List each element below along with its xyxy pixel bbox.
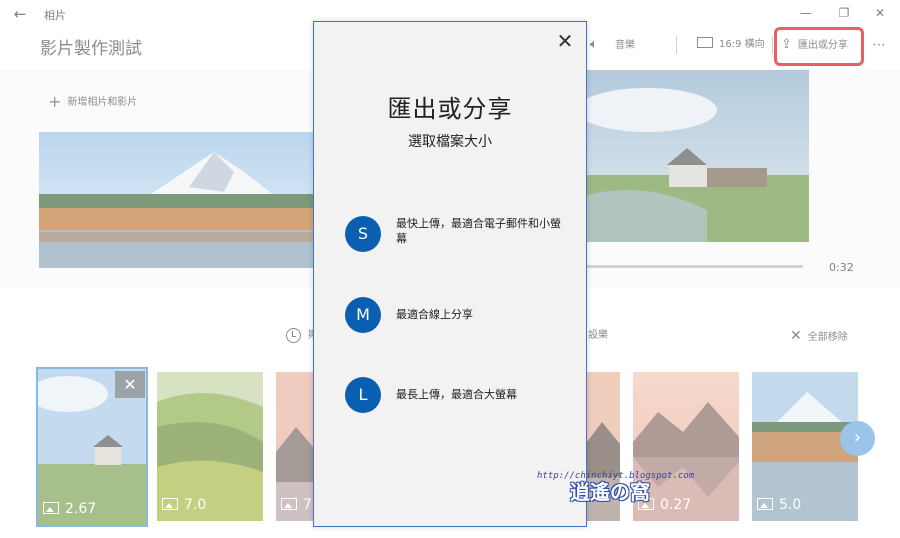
duration-text: 7 <box>303 497 312 513</box>
size-option-medium[interactable]: M 最適合線上分享 <box>345 297 575 337</box>
toolbar-divider <box>772 36 773 54</box>
aspect-ratio-button[interactable]: 16:9 橫向 <box>697 35 765 55</box>
project-title[interactable]: 影片製作測試 <box>40 34 142 59</box>
x-icon: ✕ <box>790 328 802 344</box>
duration-badge: 7 <box>281 497 312 513</box>
remove-card-button[interactable]: ✕ <box>115 371 145 398</box>
toolbar-divider <box>676 36 677 54</box>
export-highlight-box <box>774 27 864 66</box>
timecode: 0:32 <box>829 261 854 274</box>
export-dialog: ✕ 匯出或分享 選取檔案大小 S 最快上傳，最適合電子郵件和小螢幕 M 最適合線… <box>313 21 587 527</box>
app-title: 相片 <box>44 9 66 22</box>
image-icon <box>281 498 297 510</box>
add-photos-videos-button[interactable]: + 新增相片和影片 <box>48 92 137 111</box>
watermark-url: http://chinchiyt.blogspot.com <box>537 471 695 481</box>
dialog-title: 匯出或分享 <box>387 95 513 123</box>
size-letter-badge: L <box>345 377 381 413</box>
remove-all-button[interactable]: ✕ 全部移除 <box>790 328 848 344</box>
library-photo-mountain-lake[interactable] <box>39 132 314 268</box>
dialog-subtitle: 選取檔案大小 <box>408 134 492 150</box>
size-letter-badge: S <box>345 216 381 252</box>
speaker-icon: 🔈︎ <box>590 37 598 52</box>
size-option-label: 最快上傳，最適合電子郵件和小螢幕 <box>396 217 561 245</box>
playback-slider[interactable] <box>587 265 803 268</box>
duration-badge: 7.0 <box>162 497 206 513</box>
duration-badge: 2.67 <box>43 501 96 517</box>
audio-button[interactable]: 🔈︎ 音樂 <box>590 35 635 55</box>
aspect-ratio-label: 16:9 橫向 <box>719 39 765 50</box>
image-icon <box>43 502 59 514</box>
storyboard-card[interactable]: 7.0 <box>157 372 263 521</box>
size-option-label: 最長上傳，最適合大螢幕 <box>396 388 517 401</box>
storyboard-card[interactable]: 7 <box>276 372 313 521</box>
plus-icon: + <box>48 92 62 111</box>
duration-badge: 5.0 <box>757 497 801 513</box>
add-photos-label: 新增相片和影片 <box>67 97 138 108</box>
minimize-button[interactable]: — <box>796 4 816 22</box>
scroll-next-button[interactable]: › <box>840 421 875 456</box>
duration-text: 5.0 <box>779 497 802 513</box>
clock-icon[interactable] <box>286 328 301 343</box>
size-option-small[interactable]: S 最快上傳，最適合電子郵件和小螢幕 <box>345 216 575 256</box>
remove-all-label: 全部移除 <box>807 332 848 343</box>
filter-button-label: 設樂 <box>588 330 608 341</box>
close-window-button[interactable]: ✕ <box>870 4 890 22</box>
duration-text: 7.0 <box>184 497 207 513</box>
duration-text: 0.27 <box>660 497 692 513</box>
aspect-ratio-icon <box>697 37 713 48</box>
back-arrow-icon[interactable]: ← <box>10 4 30 24</box>
preview-photo-cottage <box>587 70 809 242</box>
duration-text: 2.67 <box>65 501 97 517</box>
size-option-large[interactable]: L 最長上傳，最適合大螢幕 <box>345 377 575 417</box>
size-option-label: 最適合線上分享 <box>396 308 473 321</box>
maximize-button[interactable]: ❐ <box>834 4 854 22</box>
image-icon <box>757 498 773 510</box>
image-icon <box>162 498 178 510</box>
size-letter-badge: M <box>345 297 381 333</box>
close-icon[interactable]: ✕ <box>554 30 576 52</box>
audio-label: 音樂 <box>615 40 635 51</box>
more-options-button[interactable]: ⋯ <box>872 35 886 55</box>
